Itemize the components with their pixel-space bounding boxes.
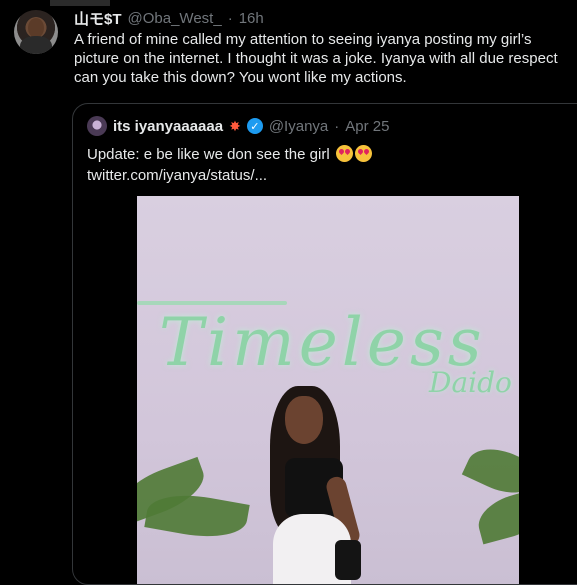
neon-sign-small-text: Daido <box>429 366 512 399</box>
avatar-body <box>20 36 52 54</box>
handbag <box>335 540 361 580</box>
quoted-tweet-card[interactable]: its iyanyaaaaaa ✸ ✓ @Iyanya · Apr 25 Upd… <box>72 103 577 585</box>
tweet-text-line: A friend of mine called my attention to … <box>74 31 532 48</box>
author-handle[interactable]: @Oba_West_ <box>128 10 222 27</box>
quoted-author-display-name[interactable]: its iyanyaaaaaa <box>113 118 223 135</box>
verified-badge-icon: ✓ <box>246 118 263 134</box>
quoted-author-handle[interactable]: @Iyanya <box>269 118 328 135</box>
quoted-tweet-body: Update: e be like we don see the girl <box>87 146 330 163</box>
avatar-head <box>28 18 44 38</box>
heart-eyes-emoji-icon <box>354 145 372 162</box>
separator-dot: · <box>227 9 233 27</box>
quoted-tweet-text: Update: e be like we don see the girl tw… <box>87 144 372 186</box>
quoted-tweet-photo[interactable]: Timeless Daido <box>137 196 519 584</box>
tweet-text: A friend of mine called my attention to … <box>74 30 574 87</box>
quoted-tweet-header: its iyanyaaaaaa ✸ ✓ @Iyanya · Apr 25 <box>87 116 389 136</box>
tweet-timestamp[interactable]: 16h <box>239 10 264 27</box>
author-display-name[interactable]: 山モ$T <box>74 8 122 29</box>
tweet-text-line: picture on the internet. I thought it wa… <box>74 50 558 67</box>
quoted-tweet-link[interactable]: twitter.com/iyanya/status/... <box>87 165 372 186</box>
quoted-author-avatar[interactable] <box>87 116 107 136</box>
tweet-header: 山モ$T @Oba_West_ · 16h <box>74 8 264 28</box>
person-face <box>285 396 323 444</box>
plant-leaf-right <box>461 438 519 504</box>
plant-leaf-right-2 <box>473 487 519 545</box>
author-avatar[interactable] <box>14 10 58 54</box>
separator-dot: · <box>334 117 340 135</box>
quoted-tweet-date[interactable]: Apr 25 <box>345 118 389 135</box>
tweet-text-line: can you take this down? You wont like my… <box>74 69 407 86</box>
sparkle-icon: ✸ <box>229 117 241 134</box>
heart-eyes-emoji-icon <box>335 145 353 162</box>
cropped-previous-content <box>50 0 110 6</box>
